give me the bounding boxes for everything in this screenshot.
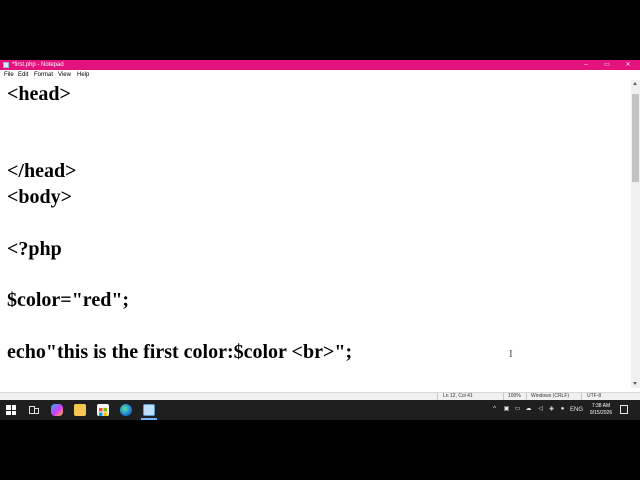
clock[interactable]: 7:38 AM 9/15/2026 xyxy=(587,403,615,417)
file-explorer-icon[interactable] xyxy=(74,404,86,416)
clock-date: 9/15/2026 xyxy=(589,410,613,416)
encoding: UTF-8 xyxy=(587,393,602,399)
clock-time: 7:38 AM xyxy=(591,403,611,409)
menu-view[interactable]: View xyxy=(58,71,71,79)
edge-icon[interactable] xyxy=(120,404,132,416)
code-line-1: <head> xyxy=(7,83,71,105)
scroll-down-icon[interactable] xyxy=(633,382,637,385)
start-icon[interactable] xyxy=(6,405,16,415)
line-endings: Windows (CRLF) xyxy=(531,393,570,399)
code-line-4: <?php xyxy=(7,238,62,260)
show-hidden-icons-chevron-icon[interactable]: ^ xyxy=(491,406,498,413)
close-button[interactable]: ✕ xyxy=(618,60,638,70)
code-line-5: $color="red"; xyxy=(7,289,130,311)
network-icon[interactable]: ◈ xyxy=(548,406,555,413)
menu-edit[interactable]: Edit xyxy=(18,71,28,79)
minimize-button[interactable]: ‒ xyxy=(576,60,596,70)
window-title: *first.php - Notepad xyxy=(12,62,64,68)
status-bar: Ln 12, Col 41 100% Windows (CRLF) UTF-8 xyxy=(0,392,640,400)
mouse-cursor-icon: I xyxy=(509,348,513,360)
notepad-window: *first.php - Notepad ‒ ▭ ✕ File Edit For… xyxy=(0,60,640,400)
store-icon[interactable] xyxy=(97,404,109,416)
cursor-position: Ln 12, Col 41 xyxy=(443,393,473,399)
scrollbar-thumb[interactable] xyxy=(632,94,639,182)
cloud-icon[interactable]: ☁ xyxy=(525,406,532,413)
microphone-icon[interactable]: ● xyxy=(559,406,566,413)
code-line-6: echo"this is the first color:$color <br>… xyxy=(7,341,353,363)
scroll-up-icon[interactable] xyxy=(633,82,637,85)
vertical-scrollbar[interactable] xyxy=(631,80,640,388)
notepad-app-icon xyxy=(3,62,9,68)
maximize-button[interactable]: ▭ xyxy=(597,60,617,70)
menu-bar: File Edit Format View Help xyxy=(0,70,640,80)
code-line-3: <body> xyxy=(7,186,73,208)
task-view-icon[interactable] xyxy=(28,404,40,416)
menu-format[interactable]: Format xyxy=(34,71,53,79)
volume-icon[interactable]: ◁ xyxy=(537,406,544,413)
text-editor-area[interactable]: <head> </head> <body> <?php $color="red"… xyxy=(0,80,631,388)
tray-app-icon[interactable]: ▣ xyxy=(503,406,510,413)
notepad-icon[interactable] xyxy=(143,404,155,416)
copilot-icon[interactable] xyxy=(51,404,63,416)
letterbox-bottom xyxy=(0,420,640,480)
menu-file[interactable]: File xyxy=(4,71,14,79)
status-separator xyxy=(437,393,438,400)
notifications-icon[interactable] xyxy=(620,405,628,414)
code-line-2: </head> xyxy=(7,160,77,182)
zoom-level: 100% xyxy=(508,393,521,399)
taskbar: ^ ▣ ▭ ☁ ◁ ◈ ● ENG 7:38 AM 9/15/2026 xyxy=(0,400,640,420)
title-bar[interactable]: *first.php - Notepad ‒ ▭ ✕ xyxy=(0,60,640,70)
status-separator xyxy=(581,393,582,400)
status-separator xyxy=(526,393,527,400)
battery-icon[interactable]: ▭ xyxy=(514,406,521,413)
letterbox-top xyxy=(0,0,640,60)
language-indicator[interactable]: ENG xyxy=(570,406,583,414)
status-separator xyxy=(503,393,504,400)
menu-help[interactable]: Help xyxy=(77,71,89,79)
